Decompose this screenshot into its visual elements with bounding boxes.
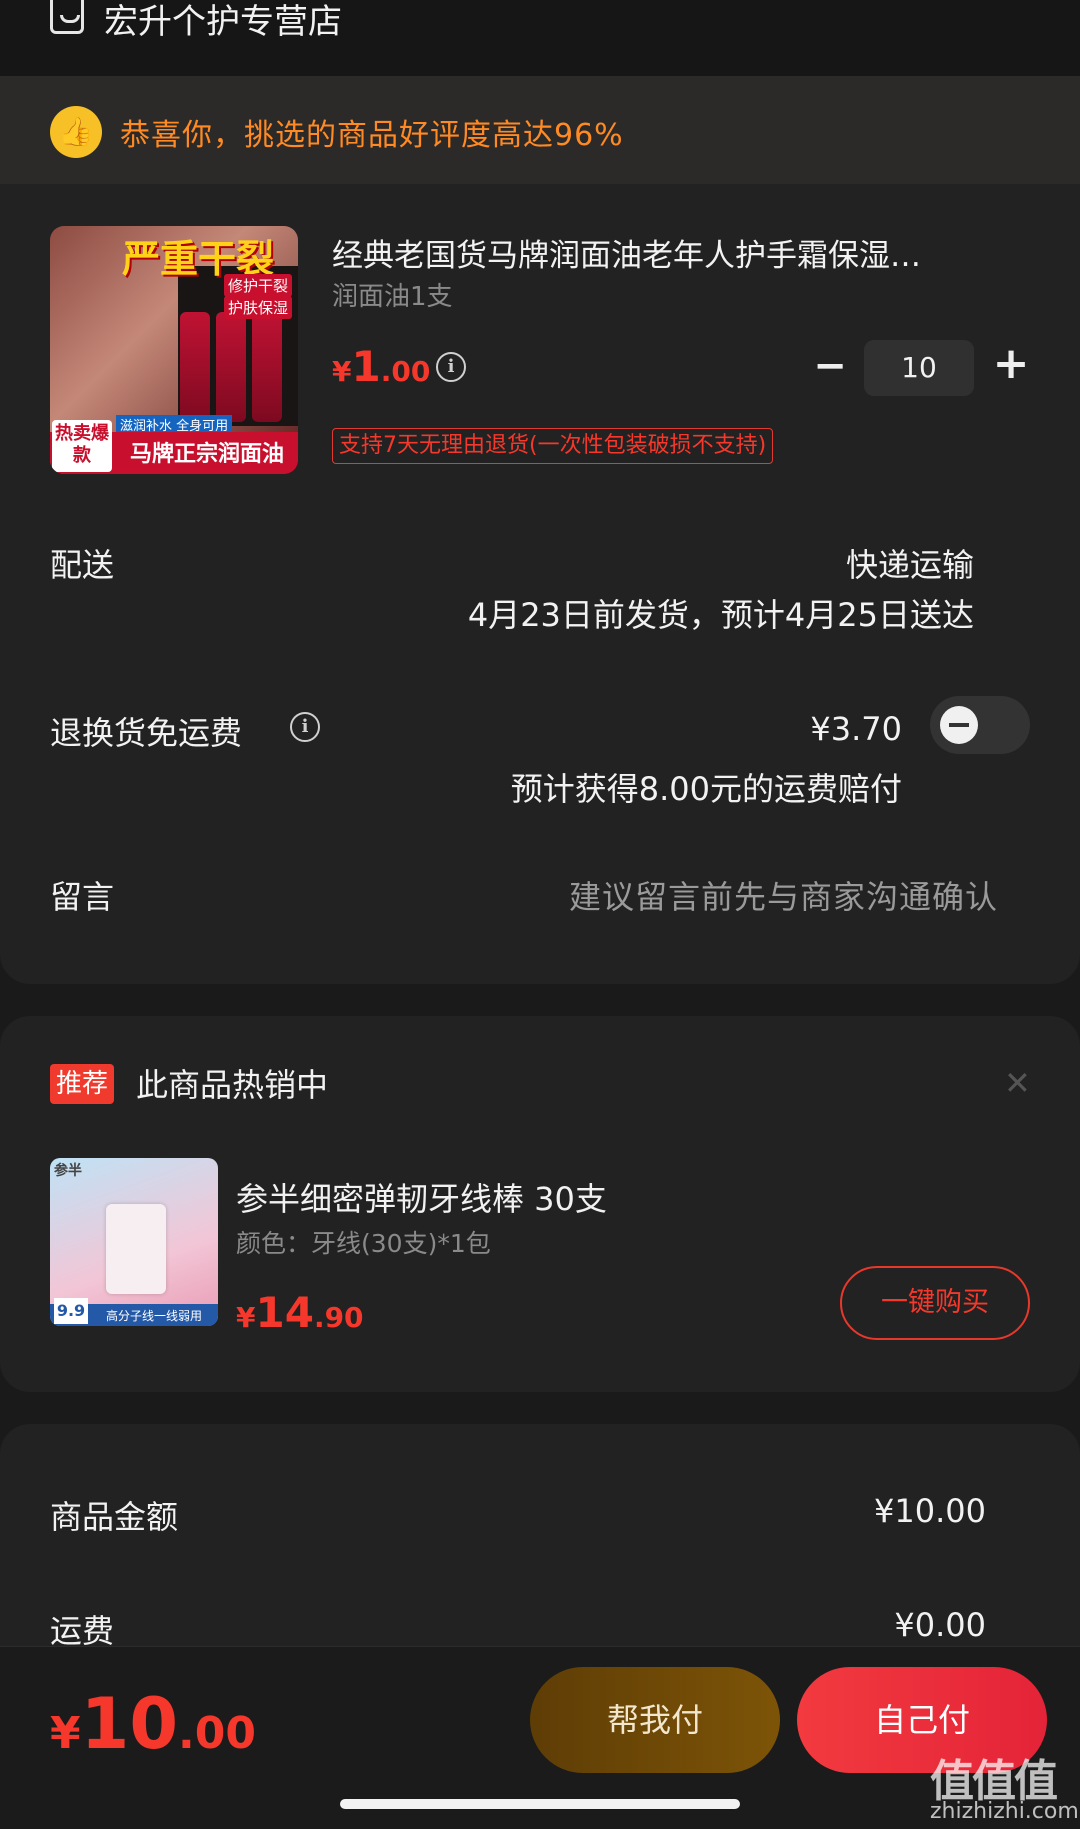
product-can: [216, 312, 246, 422]
quantity-increase-button[interactable]: +: [990, 342, 1032, 386]
price-currency: ¥: [236, 1301, 256, 1334]
total-price: ¥10.00: [50, 1683, 256, 1765]
price-decimal: .90: [313, 1301, 364, 1334]
close-icon[interactable]: ✕: [1004, 1064, 1031, 1102]
product-title[interactable]: 经典老国货马牌润面油老年人护手霜保湿…: [332, 230, 1022, 275]
thumbs-up-icon: 👍: [50, 106, 102, 158]
price-decimal: .00: [380, 355, 431, 388]
recommend-product-image[interactable]: 参半 高分子线一线弱用 9.9: [50, 1158, 218, 1326]
delivery-label: 配送: [50, 546, 115, 584]
recommend-title: 此商品热销中: [136, 1066, 329, 1104]
recommend-product-price: ¥14.90: [236, 1288, 364, 1337]
delivery-method[interactable]: 快递运输: [846, 540, 974, 586]
recommend-image-brand: 参半: [54, 1163, 82, 1179]
praise-text: 恭喜你，挑选的商品好评度高达96%: [120, 118, 624, 153]
price-decimal: .00: [178, 1708, 256, 1759]
product-image-tag: 修护干裂: [223, 274, 292, 297]
recommend-product-spec: 颜色：牙线(30支)*1包: [236, 1229, 491, 1258]
store-name[interactable]: 宏升个护专营店: [104, 0, 342, 43]
message-input[interactable]: 建议留言前先与商家沟通确认: [569, 872, 998, 918]
home-indicator[interactable]: [340, 1799, 740, 1809]
product-spec[interactable]: 润面油1支: [332, 276, 453, 313]
return-shipping-label: 退换货免运费: [50, 714, 243, 752]
product-can: [252, 312, 282, 422]
return-shipping-note: 预计获得8.00元的运费赔付: [510, 770, 902, 808]
price-currency: ¥: [332, 355, 352, 388]
price-integer: 10: [80, 1683, 179, 1765]
price-info-icon[interactable]: i: [436, 352, 466, 382]
summary-value: ¥0.00: [894, 1606, 986, 1644]
summary-value: ¥10.00: [874, 1492, 986, 1530]
pay-bar: ¥10.00 帮我付 自己付 值值值 zhizhizhi.com: [0, 1646, 1080, 1829]
recommend-card: 推荐 此商品热销中 ✕ 参半 高分子线一线弱用 9.9 参半细密弹韧牙线棒 30…: [0, 1016, 1080, 1392]
return-shipping-info-icon[interactable]: i: [290, 712, 320, 742]
one-click-buy-button[interactable]: 一键购买: [840, 1266, 1030, 1340]
return-shipping-price: ¥3.70: [810, 710, 902, 748]
toggle-knob: [940, 706, 978, 744]
product-price: ¥1.00: [332, 342, 430, 391]
quantity-decrease-button[interactable]: −: [810, 346, 850, 388]
recommend-image-footer: 高分子线一线弱用: [106, 1309, 203, 1323]
product-image-footer: 马牌正宗润面油: [130, 442, 285, 467]
return-policy-tag: 支持7天无理由退货(一次性包装破损不支持): [332, 428, 774, 464]
product-image[interactable]: 严重干裂 修护干裂 护肤保湿 滋润补水 全身可用 马牌正宗润面油 热卖爆款: [50, 226, 298, 474]
delivery-eta: 4月23日前发货，预计4月25日送达: [467, 596, 974, 634]
product-pack: [106, 1204, 166, 1294]
price-integer: 1: [351, 342, 381, 391]
watermark-sub: zhizhizhi.com: [930, 1799, 1079, 1824]
order-card: 严重干裂 修护干裂 护肤保湿 滋润补水 全身可用 马牌正宗润面油 热卖爆款 经典…: [0, 184, 1080, 984]
product-image-hot: 热卖爆款: [52, 420, 112, 472]
price-currency: ¥: [50, 1708, 81, 1759]
recommend-tag: 推荐: [50, 1064, 115, 1104]
recommend-product-name[interactable]: 参半细密弹韧牙线棒 30支: [236, 1174, 607, 1220]
help-pay-button[interactable]: 帮我付: [530, 1667, 780, 1773]
price-integer: 14: [255, 1288, 314, 1337]
recommend-image-price-badge: 9.9: [54, 1298, 88, 1324]
store-icon: [50, 0, 84, 34]
summary-label: 商品金额: [50, 1498, 179, 1536]
store-header[interactable]: 宏升个护专营店: [0, 0, 1080, 76]
return-shipping-toggle[interactable]: [930, 696, 1030, 754]
message-label: 留言: [50, 878, 115, 916]
quantity-input[interactable]: 10: [864, 340, 974, 396]
product-image-tag: 护肤保湿: [223, 296, 292, 319]
praise-banner: 👍 恭喜你，挑选的商品好评度高达96%: [0, 76, 1080, 184]
product-can: [180, 312, 210, 422]
